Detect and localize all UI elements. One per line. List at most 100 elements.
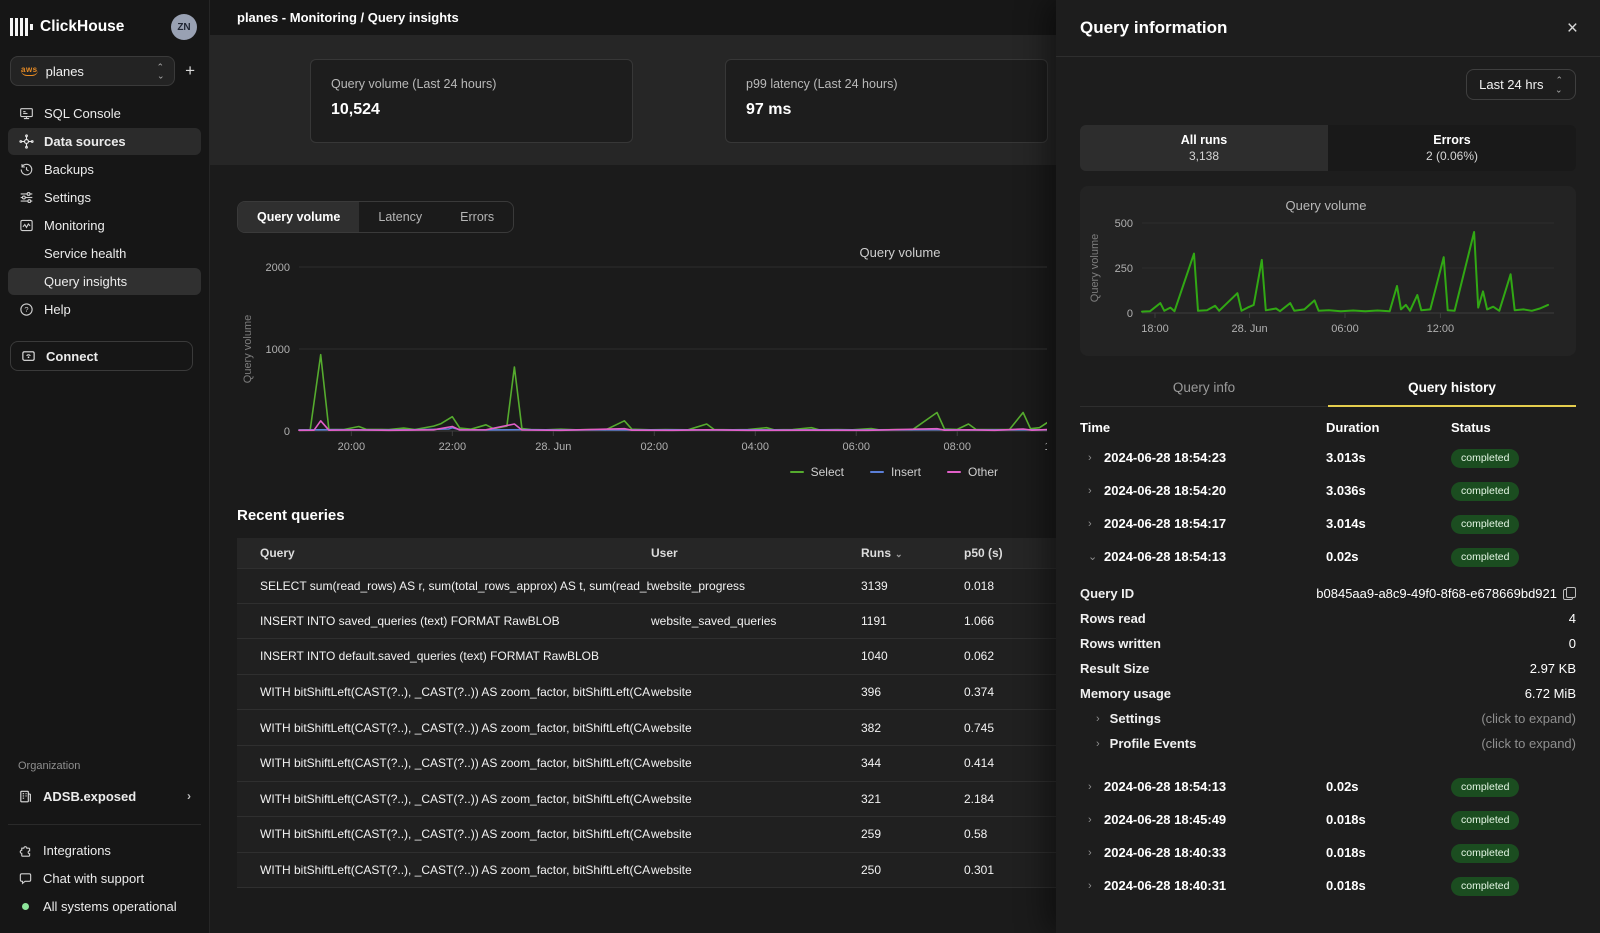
table-row[interactable]: INSERT INTO saved_queries (text) FORMAT … xyxy=(237,604,1056,640)
tab-query-history[interactable]: Query history xyxy=(1328,380,1576,407)
cell-runs: 382 xyxy=(861,721,964,735)
chevron-right-icon[interactable]: › xyxy=(1096,713,1100,725)
detail-value: 4 xyxy=(1569,611,1576,626)
organization-item[interactable]: ADSB.exposed › xyxy=(8,782,201,810)
sidebar-item-sql-console[interactable]: SQL Console xyxy=(8,100,201,127)
table-row[interactable]: INSERT INTO default.saved_queries (text)… xyxy=(237,639,1056,675)
detail-row-profile-events[interactable]: ›Profile Events(click to expand) xyxy=(1080,731,1576,756)
stats-band: Query volume (Last 24 hours) 10,524 p99 … xyxy=(210,36,1056,165)
organization-label: Organization xyxy=(8,760,201,772)
history-row[interactable]: ›2024-06-28 18:54:173.014scompleted xyxy=(1080,507,1576,540)
sidebar-item-chat-support[interactable]: Chat with support xyxy=(8,865,201,891)
col-runs[interactable]: Runs⌄ xyxy=(861,546,964,560)
svg-text:08:00: 08:00 xyxy=(943,441,971,453)
status-badge: completed xyxy=(1451,482,1519,501)
tab-query-info[interactable]: Query info xyxy=(1080,380,1328,407)
legend-item-insert[interactable]: Insert xyxy=(870,465,921,479)
history-row[interactable]: ›2024-06-28 18:45:490.018scompleted xyxy=(1080,803,1576,836)
history-row[interactable]: ›2024-06-28 18:40:330.018scompleted xyxy=(1080,836,1576,869)
cell-user: website xyxy=(651,863,861,877)
svg-text:1000: 1000 xyxy=(266,344,290,356)
service-name: planes xyxy=(46,64,149,79)
cell-query: WITH bitShiftLeft(CAST(?..), _CAST(?..))… xyxy=(237,721,651,735)
chevron-right-icon[interactable]: › xyxy=(1080,452,1104,464)
system-status-item[interactable]: All systems operational xyxy=(8,893,201,919)
cell-user: website xyxy=(651,756,861,770)
time-range-select[interactable]: Last 24 hrs ⌃⌃ xyxy=(1466,69,1576,100)
tab-query-volume[interactable]: Query volume xyxy=(238,202,359,232)
col-p50[interactable]: p50 (s) xyxy=(964,546,1056,560)
sort-desc-icon: ⌄ xyxy=(895,549,903,559)
expanded-query-details: Query IDb0845aa9-a8c9-49f0-8f68-e678669b… xyxy=(1080,573,1576,762)
history-row[interactable]: ›2024-06-28 18:54:233.013scompleted xyxy=(1080,441,1576,474)
tab-errors[interactable]: Errors xyxy=(441,202,513,232)
sidebar-item-help[interactable]: ? Help xyxy=(8,296,201,323)
sidebar-item-settings[interactable]: Settings xyxy=(8,184,201,211)
cell-query: INSERT INTO default.saved_queries (text)… xyxy=(237,649,651,663)
main-content: planes - Monitoring / Query insights Que… xyxy=(210,0,1056,933)
chevron-right-icon[interactable]: › xyxy=(1080,814,1104,826)
cell-p50: 0.062 xyxy=(964,649,1056,663)
service-select[interactable]: aws planes ⌃⌃ xyxy=(10,56,175,86)
chevron-right-icon[interactable]: › xyxy=(1080,781,1104,793)
table-row[interactable]: WITH bitShiftLeft(CAST(?..), _CAST(?..))… xyxy=(237,746,1056,782)
mini-chart-title: Query volume xyxy=(1086,198,1566,213)
detail-label: Memory usage xyxy=(1080,686,1171,701)
history-duration: 3.013s xyxy=(1326,450,1451,465)
chevron-right-icon[interactable]: › xyxy=(1080,485,1104,497)
table-row[interactable]: SELECT sum(read_rows) AS r, sum(total_ro… xyxy=(237,568,1056,604)
svg-text:22:00: 22:00 xyxy=(439,441,467,453)
col-status: Status xyxy=(1451,420,1576,435)
detail-row-rows-read: Rows read4 xyxy=(1080,606,1576,631)
sidebar-item-data-sources[interactable]: Data sources xyxy=(8,128,201,155)
cell-p50: 0.414 xyxy=(964,756,1056,770)
table-row[interactable]: WITH bitShiftLeft(CAST(?..), _CAST(?..))… xyxy=(237,782,1056,818)
toggle-errors[interactable]: Errors 2 (0.06%) xyxy=(1328,125,1576,171)
query-volume-chart: Query volume 01000200020:0022:0028. Jun0… xyxy=(210,239,1056,481)
sidebar-item-service-health[interactable]: Service health xyxy=(8,240,201,267)
col-query[interactable]: Query xyxy=(237,546,651,560)
aws-icon: aws xyxy=(21,66,38,76)
cell-p50: 0.301 xyxy=(964,863,1056,877)
detail-label: Query ID xyxy=(1080,586,1134,601)
cell-query: WITH bitShiftLeft(CAST(?..), _CAST(?..))… xyxy=(237,685,651,699)
table-row[interactable]: WITH bitShiftLeft(CAST(?..), _CAST(?..))… xyxy=(237,710,1056,746)
history-row[interactable]: ›2024-06-28 18:54:203.036scompleted xyxy=(1080,474,1576,507)
history-row[interactable]: ›2024-06-28 18:40:310.018scompleted xyxy=(1080,869,1576,902)
cell-query: INSERT INTO saved_queries (text) FORMAT … xyxy=(237,614,651,628)
chevron-right-icon[interactable]: › xyxy=(1080,847,1104,859)
chevron-down-icon[interactable]: ⌄ xyxy=(1080,550,1104,563)
col-duration: Duration xyxy=(1326,420,1451,435)
user-avatar[interactable]: ZN xyxy=(171,14,197,40)
history-time: 2024-06-28 18:45:49 xyxy=(1104,812,1326,827)
chevron-right-icon[interactable]: › xyxy=(1096,738,1100,750)
table-row[interactable]: WITH bitShiftLeft(CAST(?..), _CAST(?..))… xyxy=(237,675,1056,711)
data-sources-icon xyxy=(18,134,34,150)
legend-item-select[interactable]: Select xyxy=(790,465,844,479)
sidebar-item-backups[interactable]: Backups xyxy=(8,156,201,183)
table-row[interactable]: WITH bitShiftLeft(CAST(?..), _CAST(?..))… xyxy=(237,853,1056,889)
history-row[interactable]: ⌄2024-06-28 18:54:130.02scompleted xyxy=(1080,540,1576,573)
copy-icon[interactable] xyxy=(1563,587,1576,600)
cell-user: website_saved_queries xyxy=(651,614,861,628)
sidebar-item-integrations[interactable]: Integrations xyxy=(8,837,201,863)
legend-item-other[interactable]: Other xyxy=(947,465,998,479)
sidebar-item-monitoring[interactable]: Monitoring xyxy=(8,212,201,239)
svg-text:02:00: 02:00 xyxy=(641,441,669,453)
history-time: 2024-06-28 18:54:20 xyxy=(1104,483,1326,498)
close-icon[interactable]: × xyxy=(1567,19,1578,38)
history-row[interactable]: ›2024-06-28 18:54:130.02scompleted xyxy=(1080,770,1576,803)
table-row[interactable]: WITH bitShiftLeft(CAST(?..), _CAST(?..))… xyxy=(237,817,1056,853)
cell-runs: 396 xyxy=(861,685,964,699)
add-service-button[interactable]: + xyxy=(185,61,195,81)
svg-text:28. Jun: 28. Jun xyxy=(535,441,571,453)
chevron-right-icon[interactable]: › xyxy=(1080,518,1104,530)
toggle-all-runs[interactable]: All runs 3,138 xyxy=(1080,125,1328,171)
tab-latency[interactable]: Latency xyxy=(359,202,441,232)
connect-button[interactable]: Connect xyxy=(10,341,193,371)
chevron-right-icon[interactable]: › xyxy=(1080,880,1104,892)
detail-value: 0 xyxy=(1569,636,1576,651)
sidebar-item-query-insights[interactable]: Query insights xyxy=(8,268,201,295)
col-user[interactable]: User xyxy=(651,546,861,560)
detail-row-settings[interactable]: ›Settings(click to expand) xyxy=(1080,706,1576,731)
